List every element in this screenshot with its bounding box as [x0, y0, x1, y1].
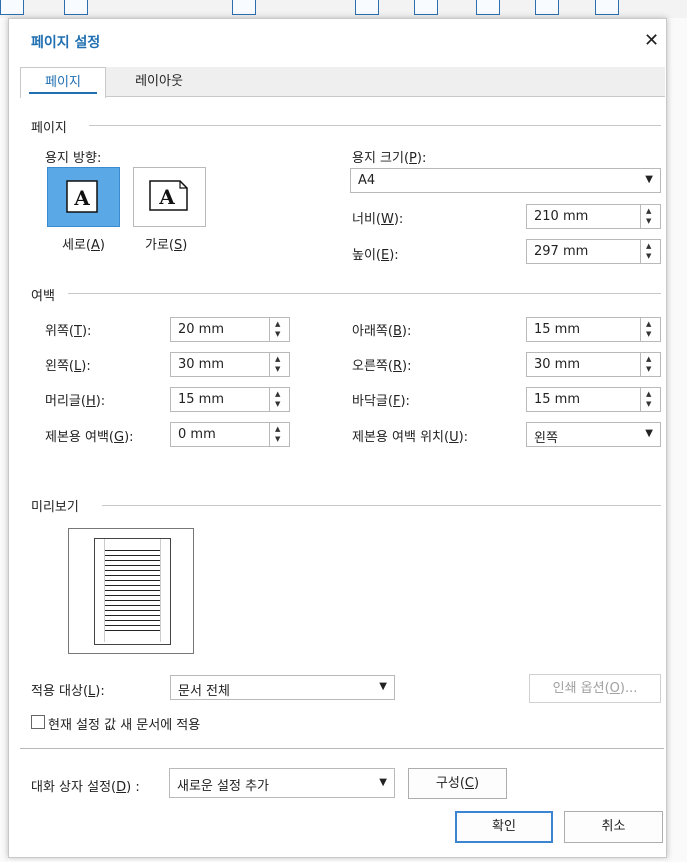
background-document-right — [665, 18, 687, 862]
toolbar-icon — [476, 0, 500, 15]
section-divider — [68, 293, 661, 294]
close-icon[interactable]: ✕ — [644, 30, 659, 51]
apply-to-new-checkbox[interactable] — [31, 715, 45, 729]
svg-text:A: A — [73, 186, 90, 210]
orientation-label: 용지 방향: — [45, 151, 102, 166]
margin-top-label: 위쪽(T): — [45, 324, 92, 339]
spin-buttons[interactable]: ▲ ▼ — [640, 205, 660, 228]
toolbar-icon — [535, 0, 559, 15]
toolbar-icon — [595, 0, 619, 15]
toolbar-icon — [414, 0, 438, 15]
section-title-margins: 여백 — [31, 289, 55, 304]
gutter-position-select[interactable]: 왼쪽 ▼ — [526, 422, 661, 447]
margin-bottom-stepper[interactable]: 15 mm ▲ ▼ — [526, 317, 661, 342]
margin-left-stepper[interactable]: 30 mm ▲ ▼ — [170, 352, 290, 377]
spin-buttons[interactable]: ▲ ▼ — [269, 318, 289, 341]
height-stepper[interactable]: 297 mm ▲ ▼ — [526, 239, 661, 264]
margin-bottom-label: 아래쪽(B): — [352, 324, 412, 339]
background-document-left — [0, 18, 8, 862]
chevron-down-icon: ▼ — [379, 777, 387, 788]
apply-to-select[interactable]: 문서 전체 ▼ — [170, 675, 395, 700]
landscape-page-icon: A — [149, 180, 188, 211]
dialog-preset-select[interactable]: 새로운 설정 추가 ▼ — [169, 768, 395, 798]
dialog-preset-label: 대화 상자 설정(D) : — [31, 780, 140, 795]
toolbar-icon — [64, 0, 88, 15]
height-label: 높이(E): — [352, 248, 399, 263]
margin-left-label: 왼쪽(L): — [45, 359, 91, 374]
background-toolbar — [0, 0, 687, 19]
paper-size-label: 용지 크기(P): — [352, 151, 427, 166]
footer-margin-label: 바닥글(F): — [352, 394, 410, 409]
spin-buttons[interactable]: ▲ ▼ — [269, 353, 289, 376]
spin-buttons[interactable]: ▲ ▼ — [640, 240, 660, 263]
footer-margin-stepper[interactable]: 15 mm ▲ ▼ — [526, 387, 661, 412]
configure-button[interactable]: 구성(C) — [408, 768, 507, 799]
spin-buttons[interactable]: ▲ ▼ — [640, 388, 660, 411]
chevron-down-icon: ▼ — [645, 428, 653, 439]
landscape-label: 가로(S) — [145, 238, 188, 253]
section-title-page: 페이지 — [31, 121, 67, 136]
svg-text:A: A — [158, 185, 175, 209]
section-divider — [89, 125, 661, 126]
width-label: 너비(W): — [352, 212, 404, 227]
header-margin-label: 머리글(H): — [45, 394, 106, 409]
margin-right-stepper[interactable]: 30 mm ▲ ▼ — [526, 352, 661, 377]
dialog-title: 페이지 설정 — [31, 35, 101, 51]
portrait-page-icon: A — [66, 180, 98, 213]
spin-buttons[interactable]: ▲ ▼ — [640, 318, 660, 341]
spin-buttons[interactable]: ▲ ▼ — [640, 353, 660, 376]
footer-divider — [20, 748, 664, 749]
toolbar-icon — [0, 0, 24, 15]
portrait-option[interactable]: A — [47, 167, 120, 227]
header-margin-stepper[interactable]: 15 mm ▲ ▼ — [170, 387, 290, 412]
gutter-stepper[interactable]: 0 mm ▲ ▼ — [170, 422, 290, 447]
page-preview — [68, 528, 194, 654]
spin-buttons[interactable]: ▲ ▼ — [269, 423, 289, 446]
gutter-position-label: 제본용 여백 위치(U): — [352, 430, 469, 445]
print-options-button[interactable]: 인쇄 옵션(O)... — [529, 674, 661, 703]
margin-top-stepper[interactable]: 20 mm ▲ ▼ — [170, 317, 290, 342]
tab-layout[interactable]: 레이아웃 — [104, 67, 214, 96]
landscape-option[interactable]: A — [133, 167, 206, 227]
width-stepper[interactable]: 210 mm ▲ ▼ — [526, 204, 661, 229]
section-title-preview: 미리보기 — [31, 500, 79, 515]
cancel-button[interactable]: 취소 — [564, 811, 663, 843]
toolbar-icon — [232, 0, 256, 15]
tab-page[interactable]: 페이지 — [20, 67, 106, 98]
gutter-label: 제본용 여백(G): — [45, 430, 134, 445]
paper-size-select[interactable]: A4 ▼ — [350, 168, 661, 193]
section-divider — [102, 505, 661, 506]
portrait-label: 세로(A) — [62, 238, 105, 253]
apply-to-new-label: 현재 설정 값 새 문서에 적용 — [48, 718, 201, 733]
ok-button[interactable]: 확인 — [455, 811, 553, 843]
preview-text-lines — [104, 550, 160, 633]
chevron-down-icon: ▼ — [645, 174, 653, 185]
chevron-down-icon: ▼ — [379, 681, 387, 692]
margin-right-label: 오른쪽(R): — [352, 359, 412, 374]
spin-buttons[interactable]: ▲ ▼ — [269, 388, 289, 411]
apply-to-label: 적용 대상(L): — [31, 684, 105, 699]
preview-page — [94, 538, 171, 645]
toolbar-icon — [355, 0, 379, 15]
